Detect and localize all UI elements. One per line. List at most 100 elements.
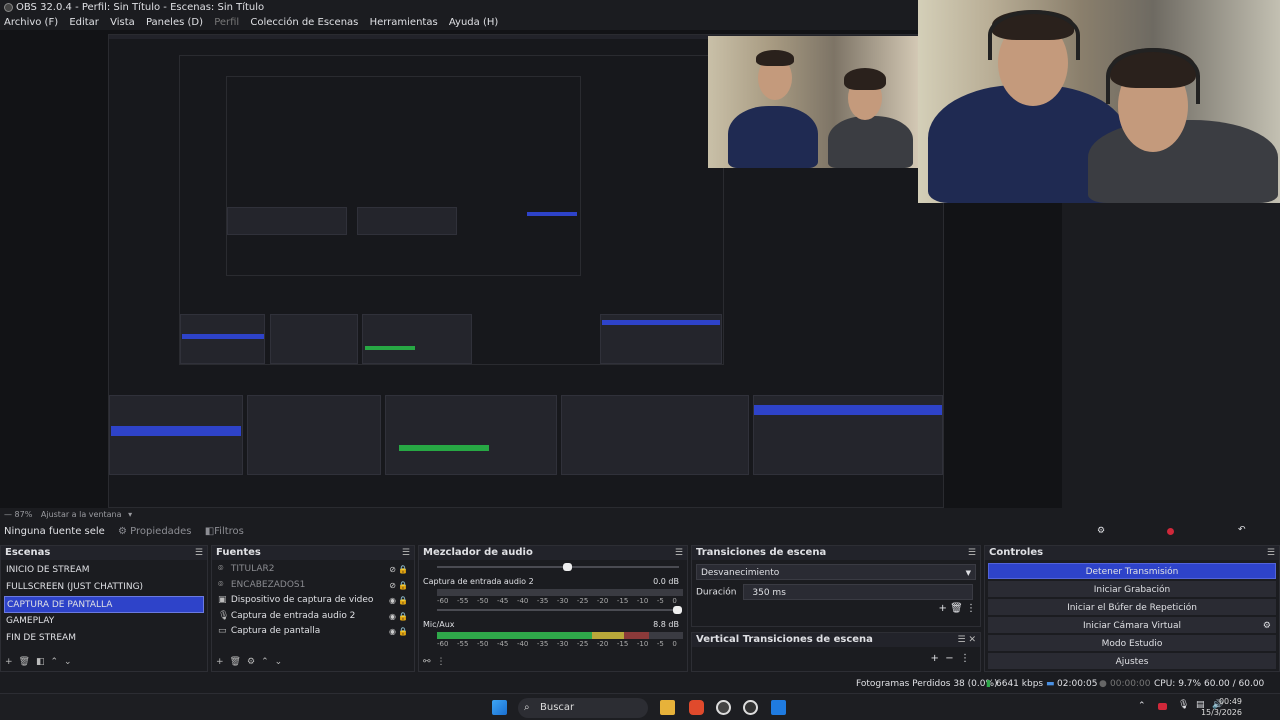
audio-mixer-dock: Mezclador de audio ☰ Captura de entrada a… [418,545,688,672]
source-item[interactable]: ⌾ ENCABEZADOS1 ⊘ 🔒 [216,578,410,594]
tray-app-icon[interactable] [1158,703,1167,710]
undo-icon[interactable]: ↶ [1238,525,1246,535]
trash-icon[interactable]: 🗑 [950,603,963,614]
master-volume-slider[interactable] [437,563,683,571]
add-icon[interactable]: + [931,653,939,664]
trash-icon[interactable]: 🗑 [19,657,30,667]
source-item[interactable]: ▣ Dispositivo de captura de video ◉ 🔒 [216,593,410,609]
webcam-preview-small [708,36,918,168]
lock-icon[interactable]: 🔒 [398,562,408,578]
lock-icon[interactable]: 🔒 [398,593,408,609]
start-virtual-camera-button[interactable]: Iniciar Cámara Virtual ⚙ [988,617,1276,633]
obs-taskbar-icon[interactable] [716,700,731,715]
source-item[interactable]: 🎙 Captura de entrada audio 2 ◉ 🔒 [216,609,410,625]
record-icon: ● [1099,679,1107,689]
source-item[interactable]: ⌾ TITULAR2 ⊘ 🔒 [216,562,410,578]
scene-item[interactable]: GAMEPLAY [4,613,204,630]
duration-input[interactable]: 350 ms [743,584,974,600]
bitrate: 6641 kbps [996,679,1044,689]
scene-item[interactable]: FULLSCREEN (JUST CHATTING) [4,579,204,596]
zoom-dash: — [4,510,12,519]
gear-icon[interactable]: ⚙ [247,657,255,667]
gear-icon: ⚙ [118,526,127,537]
media-player-icon[interactable] [743,700,758,715]
settings-gear-icon[interactable]: ⚙ [1097,526,1105,536]
more-icon[interactable]: ⋮ [960,653,970,664]
gear-icon[interactable]: ⚙ [1263,618,1271,634]
properties-button[interactable]: ⚙ Propiedades [118,526,191,537]
volume-slider[interactable] [437,606,683,614]
dock-menu-icon[interactable]: ☰ [675,546,683,560]
status-bar: Fotogramas Perdidos 38 (0.0%) ▮ 6641 kbp… [0,675,1280,707]
menu-coleccion-escenas[interactable]: Colección de Escenas [250,17,358,28]
app-icon[interactable] [771,700,786,715]
filter-icon[interactable]: ◧ [36,657,45,667]
record-indicator-icon[interactable] [1167,528,1174,535]
lock-icon[interactable]: 🔒 [398,609,408,625]
filters-button[interactable]: ◧Filtros [205,526,244,537]
add-icon[interactable]: + [939,603,947,614]
dropped-frames: Fotogramas Perdidos 38 (0.0%) [856,679,998,689]
windows-start-icon[interactable] [492,700,507,715]
dock-menu-icon[interactable]: ☰ [968,546,976,560]
add-icon[interactable]: + [5,657,13,667]
chevron-down-icon[interactable]: ▾ [128,510,132,519]
scene-item[interactable]: INICIO DE STREAM [4,562,204,579]
channel-db: 0.0 dB [653,577,679,586]
chevron-up-icon[interactable]: ⌃ [51,657,59,667]
dock-close-icon[interactable]: ☰ ✕ [958,633,976,647]
lock-icon[interactable]: 🔒 [398,624,408,640]
scene-item-selected[interactable]: CAPTURA DE PANTALLA [4,596,204,613]
eye-hidden-icon[interactable]: ⊘ [389,562,396,578]
scenes-dock: Escenas ☰ INICIO DE STREAM FULLSCREEN (JU… [0,545,208,672]
eye-hidden-icon[interactable]: ⊘ [389,578,396,594]
menu-herramientas[interactable]: Herramientas [370,17,438,28]
meter-ticks: -60 -55 -50 -45 -40 -35 -30 -25 -20 -15 -10 -5 0 [437,597,677,605]
more-icon[interactable]: ⋮ [966,603,976,614]
preview-margin [1062,203,1280,508]
eye-icon[interactable]: ◉ [389,609,396,625]
scene-item[interactable]: FIN DE STREAM [4,630,204,647]
link-icon[interactable]: ⚯ [423,657,431,667]
menu-archivo[interactable]: Archivo (F) [4,17,58,28]
eye-icon[interactable]: ◉ [389,624,396,640]
minus-icon[interactable]: − [945,653,953,664]
taskbar-clock[interactable]: 00:49 15/3/2026 [1201,696,1242,718]
menu-perfil[interactable]: Perfil [214,17,239,28]
chevron-up-icon[interactable]: ⌃ [261,657,269,667]
menu-editar[interactable]: Editar [69,17,99,28]
stop-stream-button[interactable]: Detener Transmisión [988,563,1276,579]
settings-button[interactable]: Ajustes [988,653,1276,669]
no-source-label: Ninguna fuente sele [4,526,105,537]
zoom-level[interactable]: 87% [15,510,33,519]
zoom-fit-label[interactable]: Ajustar a la ventana [41,510,122,519]
file-explorer-icon[interactable] [660,700,675,715]
dock-menu-icon[interactable]: ☰ [402,546,410,560]
preview-zoom-bar: — 87% Ajustar a la ventana ▾ [0,508,1062,522]
source-item[interactable]: ▭ Captura de pantalla ◉ 🔒 [216,624,410,640]
studio-mode-button[interactable]: Modo Estudio [988,635,1276,651]
dock-menu-icon[interactable]: ☰ [1267,546,1275,560]
nested-obs-capture-2 [179,55,724,365]
scenes-toolbar: + 🗑 ◧ ⌃ ⌄ [5,657,78,667]
chevron-down-icon[interactable]: ⌄ [275,657,283,667]
start-recording-button[interactable]: Iniciar Grabación [988,581,1276,597]
add-icon[interactable]: + [216,657,224,667]
menu-paneles[interactable]: Paneles (D) [146,17,203,28]
menu-ayuda[interactable]: Ayuda (H) [449,17,498,28]
dock-menu-icon[interactable]: ☰ [195,546,203,560]
transition-select[interactable]: Desvanecimiento ▼ [696,564,976,580]
menu-vista[interactable]: Vista [110,17,135,28]
taskbar-search[interactable]: ⌕ Buscar [518,698,648,718]
lock-icon[interactable]: 🔒 [398,578,408,594]
stream-time: 02:00:05 [1057,679,1098,689]
more-icon[interactable]: ⋮ [437,657,446,667]
start-replay-buffer-button[interactable]: Iniciar el Búfer de Repetición [988,599,1276,615]
chevron-down-icon[interactable]: ⌄ [64,657,72,667]
nested-obs-capture-3 [226,76,581,276]
trash-icon[interactable]: 🗑 [230,657,241,667]
chevron-up-icon[interactable]: ⌃ [1138,701,1146,711]
mic-tray-icon[interactable]: 🎙 [1178,700,1189,710]
eye-icon[interactable]: ◉ [389,593,396,609]
brave-browser-icon[interactable] [689,700,704,715]
